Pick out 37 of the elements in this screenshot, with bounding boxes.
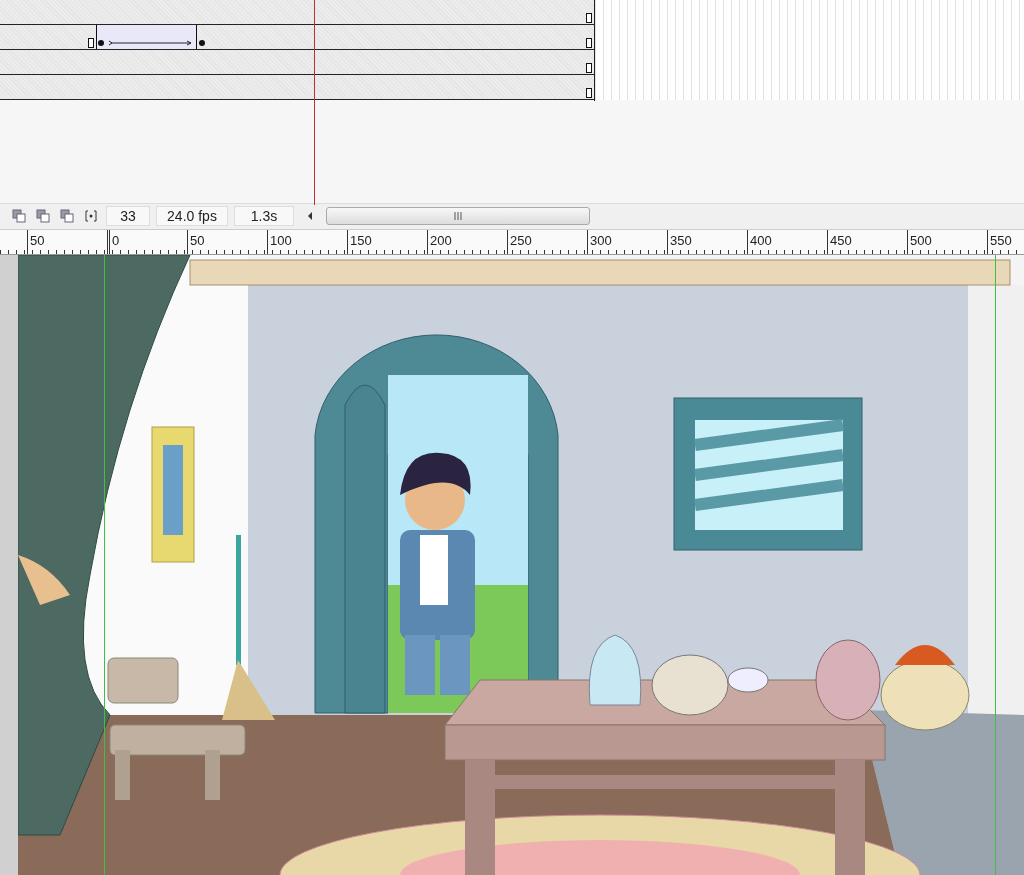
ruler-label: 400 [747, 230, 827, 254]
edit-multiple-frames-button[interactable] [58, 207, 76, 226]
elapsed-time-field[interactable]: 1.3s [234, 206, 294, 227]
timeline-layer-row[interactable] [0, 50, 594, 75]
timeline-layer-row[interactable] [0, 25, 594, 50]
ruler-label: 150 [347, 230, 427, 254]
ruler-label: 350 [667, 230, 747, 254]
scrollbar-thumb[interactable] [326, 207, 590, 226]
onion-skin-icon [36, 209, 50, 224]
empty-keyframe [88, 38, 94, 48]
scroll-left-icon[interactable] [306, 211, 314, 222]
empty-keyframe [586, 38, 592, 48]
ruler-label: 250 [507, 230, 587, 254]
onion-skin-button[interactable] [10, 207, 28, 226]
ruler-label: 550 [987, 230, 1024, 254]
ruler-label: 500 [907, 230, 987, 254]
empty-keyframe [586, 88, 592, 98]
empty-keyframe [586, 63, 592, 73]
onion-skin-icon [12, 209, 26, 224]
ruler-label: 100 [267, 230, 347, 254]
keyframe-dot [199, 40, 205, 46]
current-frame-field[interactable]: 33 [106, 206, 150, 227]
motion-tween[interactable] [96, 25, 197, 49]
ruler-label: 300 [587, 230, 667, 254]
frame-rate-field[interactable]: 24.0 fps [156, 206, 228, 227]
grip-icon [453, 212, 463, 221]
empty-keyframe [586, 13, 592, 23]
ruler-label: 50 [187, 230, 267, 254]
tween-arrow-icon [98, 40, 192, 47]
ruler-label: 50 [27, 230, 107, 254]
timeline-layer-row[interactable] [0, 75, 594, 100]
bracket-icon [84, 209, 98, 224]
ruler-label: 450 [827, 230, 907, 254]
onion-skin-icon [60, 209, 74, 224]
onion-skin-outline-button[interactable] [34, 207, 52, 226]
timeline-layer-row[interactable] [0, 0, 594, 25]
ruler-label: 200 [427, 230, 507, 254]
